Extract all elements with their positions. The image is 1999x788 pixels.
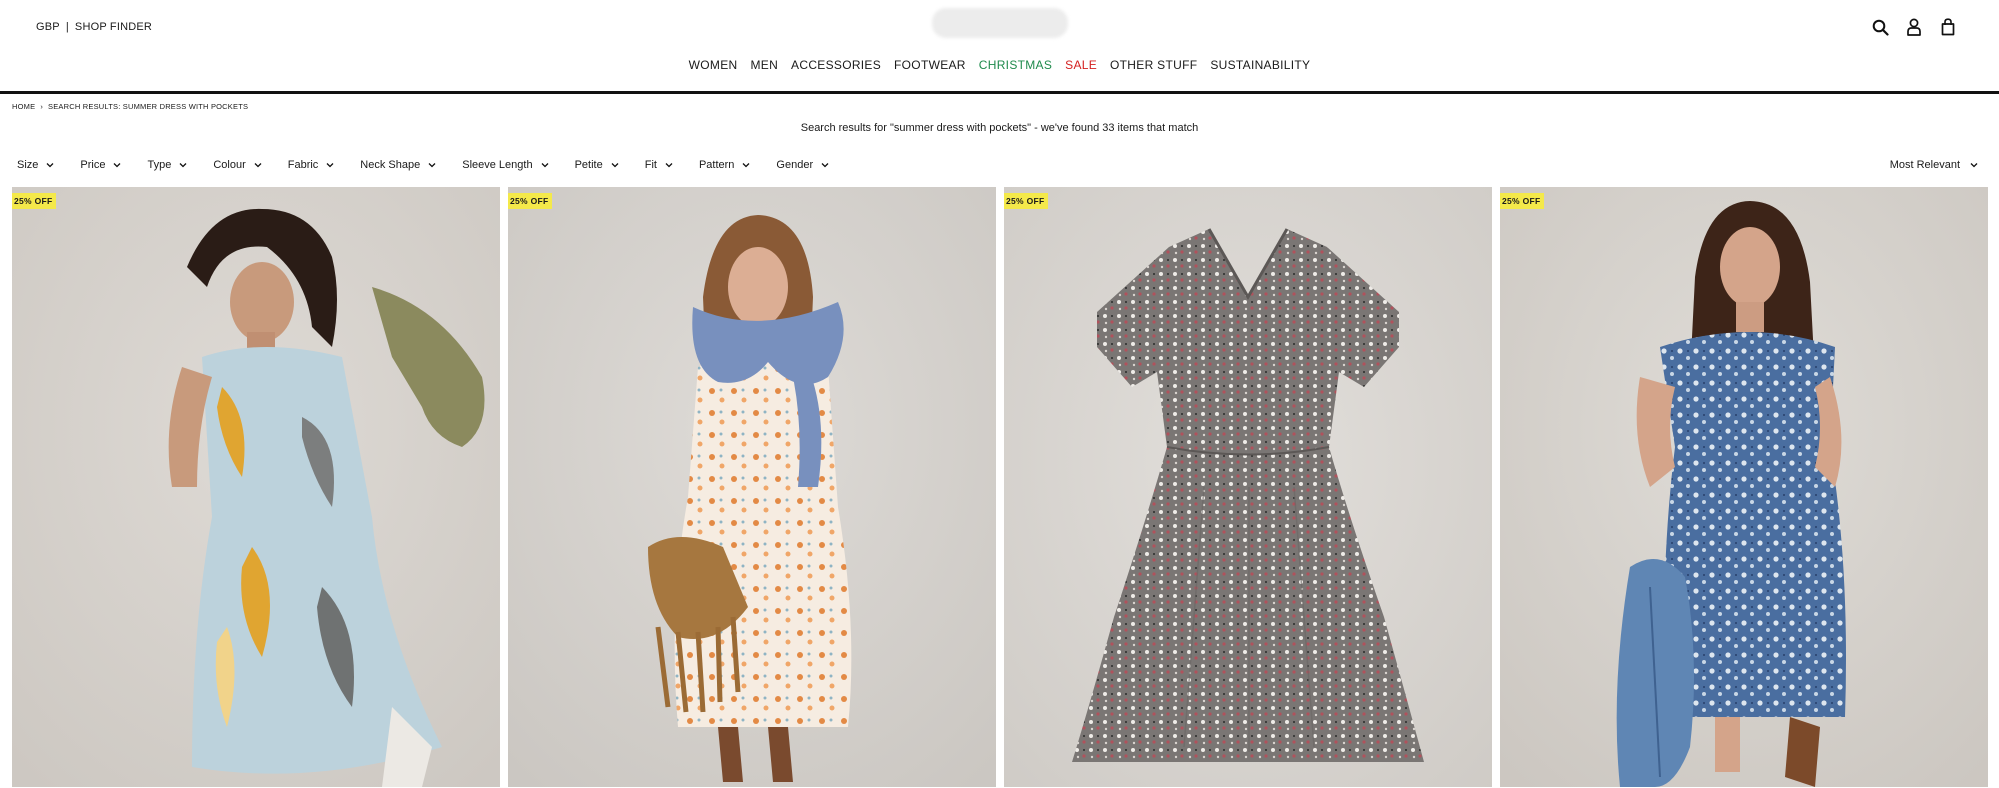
filter-petite[interactable]: Petite: [575, 159, 619, 171]
product-image: [1500, 187, 1988, 787]
currency-selector[interactable]: GBP: [36, 21, 60, 33]
filter-neck-shape[interactable]: Neck Shape: [360, 159, 436, 171]
filter-label: Gender: [776, 159, 814, 171]
bag-icon[interactable]: [1939, 17, 1957, 37]
nav-sustainability[interactable]: SUSTAINABILITY: [1210, 58, 1310, 72]
filter-colour[interactable]: Colour: [213, 159, 262, 171]
nav-accessories[interactable]: ACCESSORIES: [791, 58, 881, 72]
filter-label: Fit: [644, 159, 657, 171]
product-card[interactable]: 25% OFF: [1500, 187, 1988, 787]
breadcrumb-current: SEARCH RESULTS: SUMMER DRESS WITH POCKET…: [48, 102, 249, 111]
breadcrumb: HOME › SEARCH RESULTS: SUMMER DRESS WITH…: [12, 102, 248, 111]
chevron-down-icon: [326, 163, 334, 168]
filter-size[interactable]: Size: [17, 159, 54, 171]
filter-price[interactable]: Price: [80, 159, 121, 171]
search-results-summary: Search results for "summer dress with po…: [800, 122, 1199, 134]
filter-label: Neck Shape: [360, 159, 421, 171]
product-card[interactable]: 25% OFF: [508, 187, 996, 787]
product-card[interactable]: 25% OFF: [1004, 187, 1492, 787]
chevron-down-icon: [665, 163, 673, 168]
currency-shop-finder: GBP | SHOP FINDER: [36, 21, 152, 33]
filter-label: Sleeve Length: [462, 159, 533, 171]
shop-finder-link[interactable]: SHOP FINDER: [75, 21, 152, 33]
product-image: [12, 187, 500, 787]
chevron-down-icon: [541, 163, 549, 168]
product-image: [508, 187, 996, 787]
main-nav: WOMEN MEN ACCESSORIES FOOTWEAR CHRISTMAS…: [0, 58, 1999, 72]
nav-other-stuff[interactable]: OTHER STUFF: [1110, 58, 1197, 72]
site-header: GBP | SHOP FINDER WOMEN MEN ACCESSORIES …: [0, 0, 1999, 92]
chevron-down-icon: [1970, 163, 1978, 168]
nav-sale[interactable]: SALE: [1065, 58, 1097, 72]
account-icon[interactable]: [1905, 17, 1923, 37]
filter-pattern[interactable]: Pattern: [699, 159, 750, 171]
product-image: [1004, 187, 1492, 787]
filter-fabric[interactable]: Fabric: [288, 159, 335, 171]
filter-bar: Size Price Type Colour Fabric Neck Shape…: [17, 159, 855, 171]
sort-dropdown[interactable]: Most Relevant: [1890, 159, 1978, 171]
breadcrumb-separator: ›: [40, 102, 44, 111]
chevron-down-icon: [179, 163, 187, 168]
filter-sleeve-length[interactable]: Sleeve Length: [462, 159, 549, 171]
discount-badge: 25% OFF: [12, 193, 57, 209]
header-icons: [1871, 17, 1957, 37]
sort-label: Most Relevant: [1889, 159, 1960, 171]
discount-badge: 25% OFF: [508, 193, 553, 209]
discount-badge: 25% OFF: [1004, 193, 1049, 209]
breadcrumb-home[interactable]: HOME: [12, 102, 35, 111]
header-separator: |: [65, 21, 69, 33]
chevron-down-icon: [742, 163, 750, 168]
filter-fit[interactable]: Fit: [645, 159, 673, 171]
filter-label: Size: [17, 159, 39, 171]
filter-label: Colour: [213, 159, 246, 171]
site-logo[interactable]: [932, 8, 1068, 38]
filter-label: Type: [147, 159, 172, 171]
chevron-down-icon: [254, 163, 262, 168]
chevron-down-icon: [428, 163, 436, 168]
chevron-down-icon: [611, 163, 619, 168]
search-icon[interactable]: [1871, 17, 1889, 37]
filter-label: Petite: [574, 159, 603, 171]
nav-footwear[interactable]: FOOTWEAR: [894, 58, 966, 72]
filter-gender[interactable]: Gender: [776, 159, 829, 171]
chevron-down-icon: [46, 163, 54, 168]
filter-label: Pattern: [698, 159, 735, 171]
product-grid: 25% OFF 25% OFF 25% OFF 25% OFF: [12, 187, 1988, 787]
nav-men[interactable]: MEN: [750, 58, 778, 72]
nav-women[interactable]: WOMEN: [689, 58, 738, 72]
filter-type[interactable]: Type: [147, 159, 187, 171]
header-divider: [0, 91, 1999, 94]
filter-label: Fabric: [287, 159, 319, 171]
discount-badge: 25% OFF: [1500, 193, 1545, 209]
nav-christmas[interactable]: CHRISTMAS: [979, 58, 1052, 72]
filter-label: Price: [80, 159, 106, 171]
product-card[interactable]: 25% OFF: [12, 187, 500, 787]
chevron-down-icon: [821, 163, 829, 168]
chevron-down-icon: [114, 163, 121, 168]
